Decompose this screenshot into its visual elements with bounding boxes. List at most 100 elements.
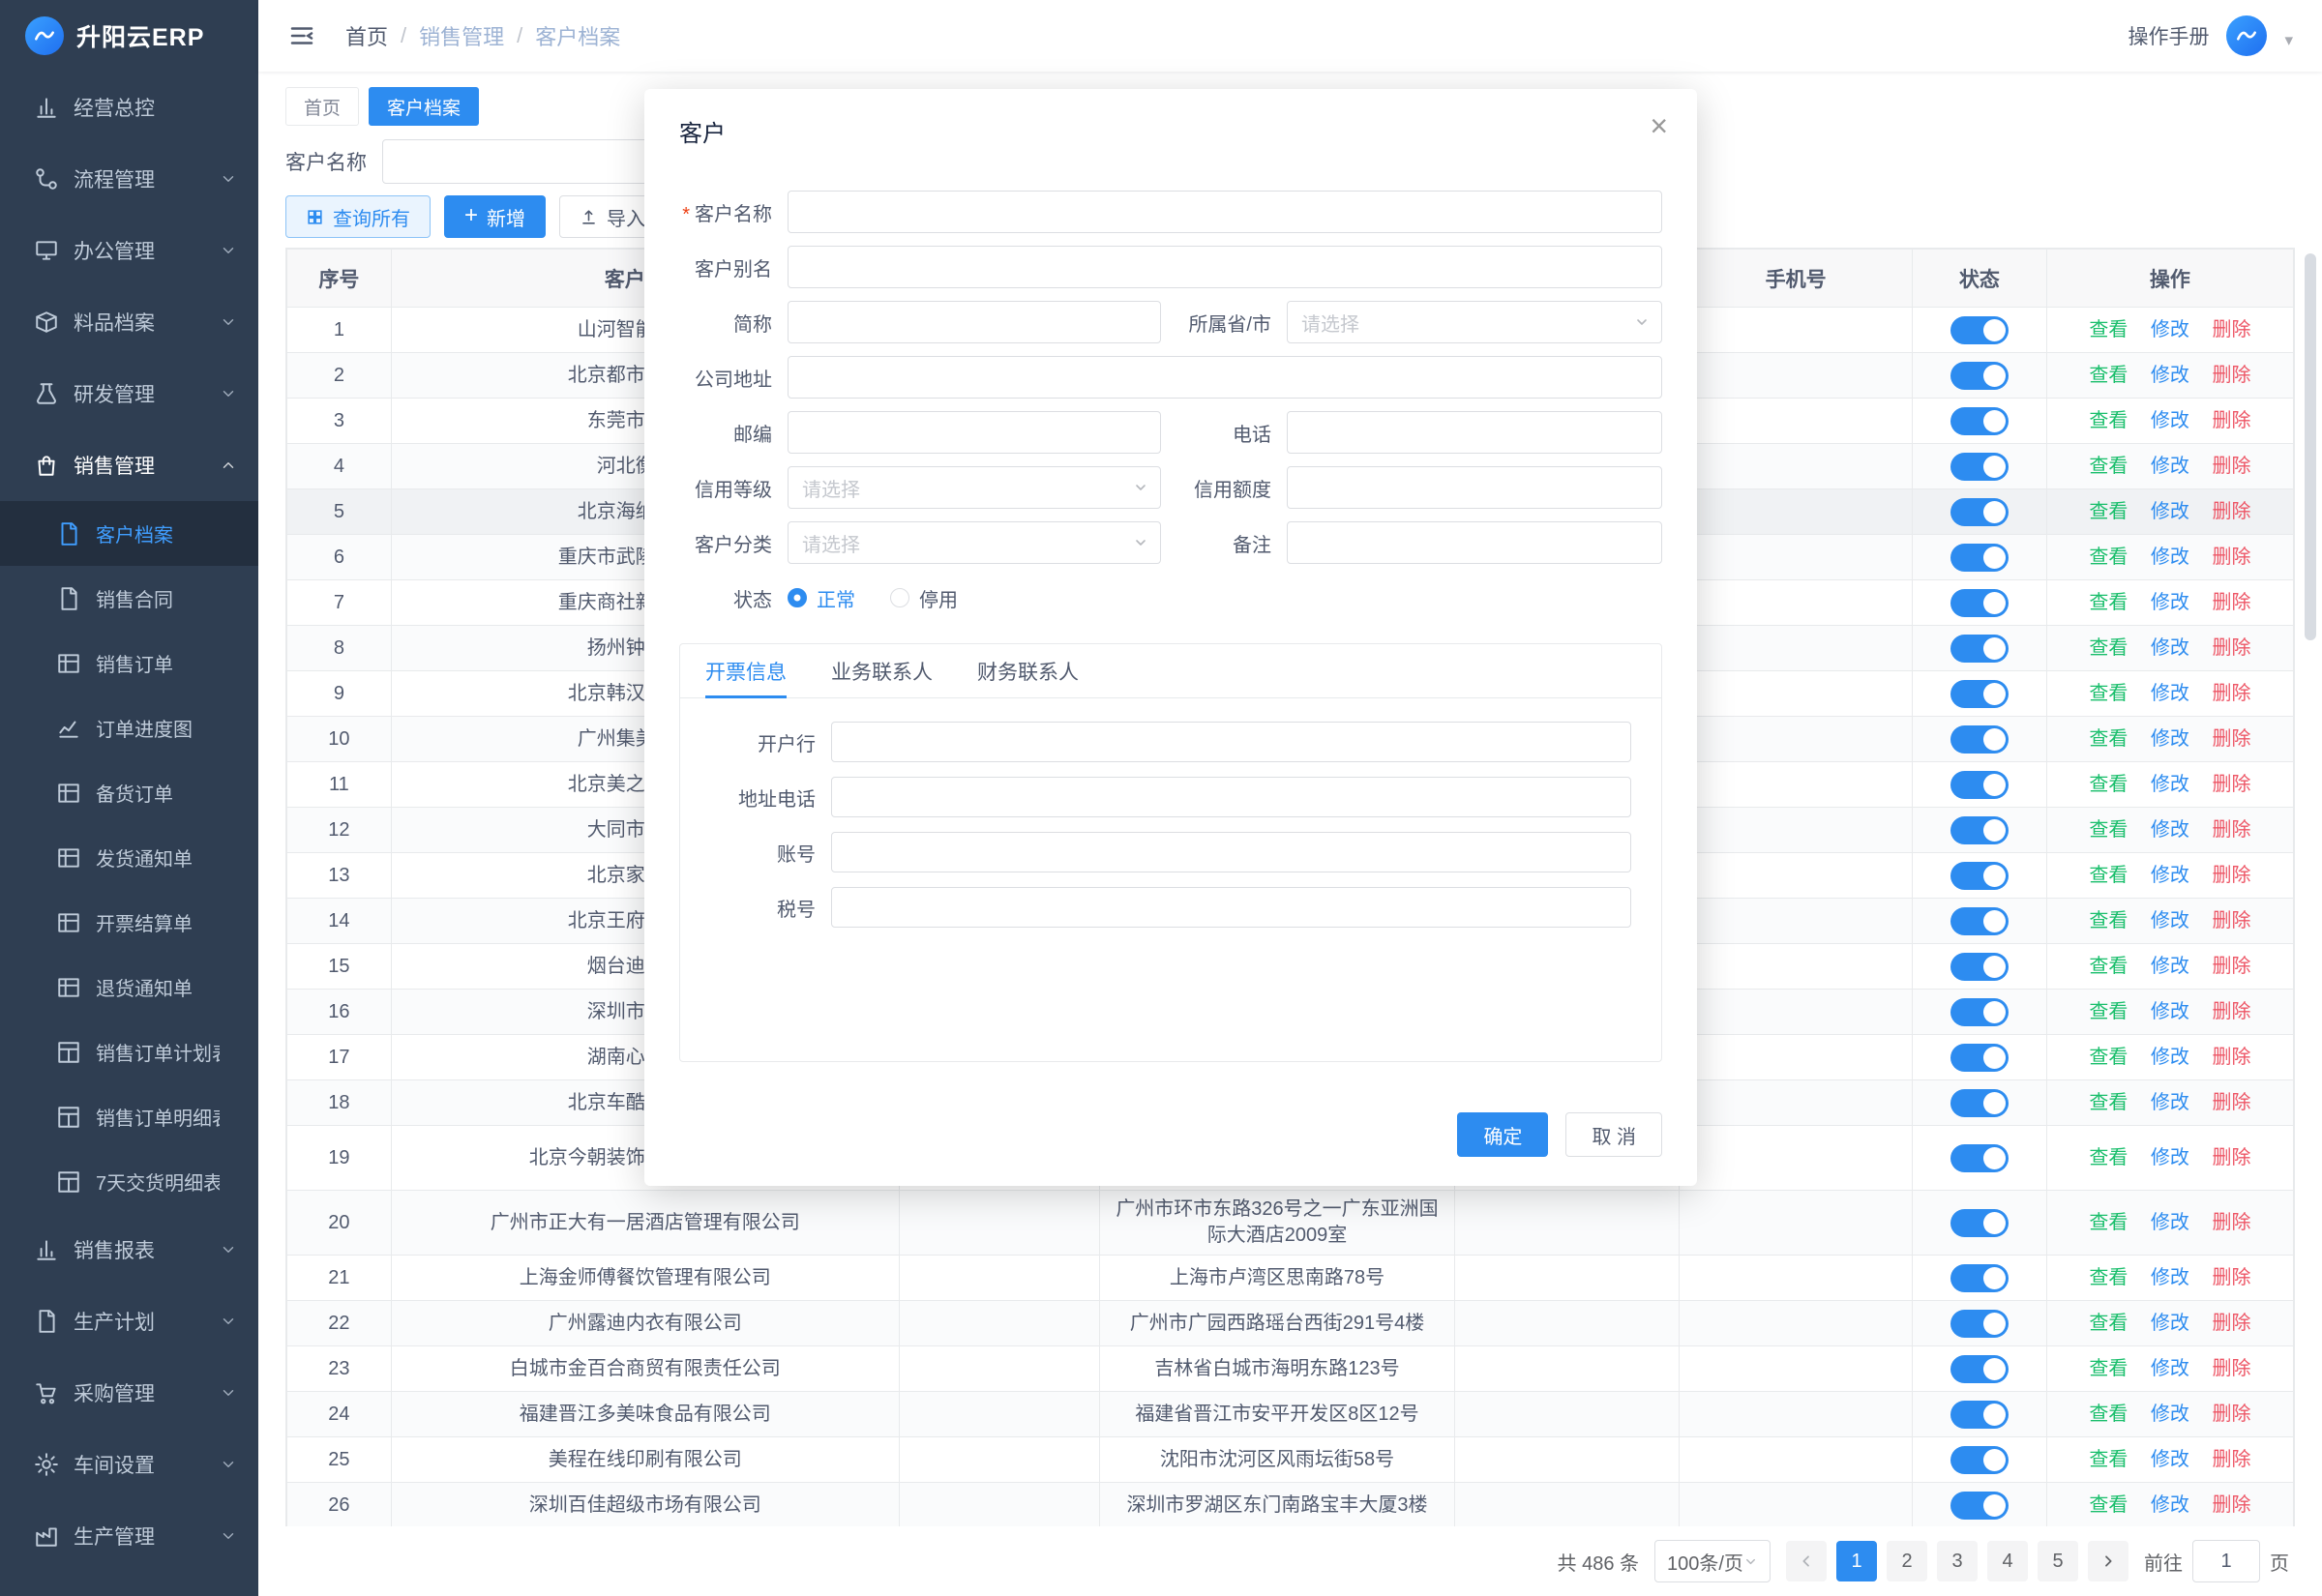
sidebar-item-研发管理[interactable]: 研发管理: [0, 358, 258, 429]
view-link[interactable]: 查看: [2089, 1147, 2128, 1168]
page-button-5[interactable]: 5: [2038, 1541, 2078, 1581]
edit-link[interactable]: 修改: [2151, 1092, 2189, 1113]
delete-link[interactable]: 删除: [2212, 1404, 2250, 1425]
status-toggle[interactable]: [1950, 680, 2009, 708]
tab-customer-archive[interactable]: 客户档案: [369, 87, 479, 126]
bank-address-input[interactable]: [831, 777, 1631, 817]
status-radio-disabled[interactable]: 停用: [890, 584, 958, 612]
edit-link[interactable]: 修改: [2151, 1147, 2189, 1168]
status-toggle[interactable]: [1950, 316, 2009, 344]
tab-finance-contact[interactable]: 财务联系人: [977, 644, 1079, 697]
edit-link[interactable]: 修改: [2151, 1494, 2189, 1516]
edit-link[interactable]: 修改: [2151, 1358, 2189, 1379]
next-page-button[interactable]: [2088, 1541, 2128, 1581]
edit-link[interactable]: 修改: [2151, 910, 2189, 931]
delete-link[interactable]: 删除: [2212, 637, 2250, 659]
view-link[interactable]: 查看: [2089, 956, 2128, 977]
province-select[interactable]: 请选择: [1287, 301, 1662, 343]
status-toggle[interactable]: [1950, 1089, 2009, 1117]
delete-link[interactable]: 删除: [2212, 1358, 2250, 1379]
account-input[interactable]: [831, 832, 1631, 872]
delete-link[interactable]: 删除: [2212, 319, 2250, 340]
sidebar-item-经营总控[interactable]: 经营总控: [0, 72, 258, 143]
view-link[interactable]: 查看: [2089, 728, 2128, 750]
view-link[interactable]: 查看: [2089, 365, 2128, 386]
status-toggle[interactable]: [1950, 1144, 2009, 1172]
edit-link[interactable]: 修改: [2151, 592, 2189, 613]
prev-page-button[interactable]: [1786, 1541, 1827, 1581]
sidebar-item-流程管理[interactable]: 流程管理: [0, 143, 258, 215]
sidebar-item-7天交货明细表[interactable]: 7天交货明细表: [0, 1149, 258, 1214]
delete-link[interactable]: 删除: [2212, 501, 2250, 522]
status-toggle[interactable]: [1950, 1044, 2009, 1072]
edit-link[interactable]: 修改: [2151, 819, 2189, 841]
category-select[interactable]: 请选择: [788, 521, 1161, 564]
company-address-input[interactable]: [788, 356, 1662, 399]
delete-link[interactable]: 删除: [2212, 1047, 2250, 1068]
manual-link[interactable]: 操作手册: [2128, 21, 2209, 50]
delete-link[interactable]: 删除: [2212, 1313, 2250, 1334]
phone-input[interactable]: [1287, 411, 1662, 454]
view-link[interactable]: 查看: [2089, 1404, 2128, 1425]
status-toggle[interactable]: [1950, 544, 2009, 572]
sidebar-item-销售订单[interactable]: 销售订单: [0, 631, 258, 695]
user-avatar[interactable]: [2226, 15, 2267, 56]
status-toggle[interactable]: [1950, 453, 2009, 481]
view-link[interactable]: 查看: [2089, 819, 2128, 841]
sidebar-item-料品档案[interactable]: 料品档案: [0, 286, 258, 358]
delete-link[interactable]: 删除: [2212, 1449, 2250, 1470]
edit-link[interactable]: 修改: [2151, 547, 2189, 568]
tax-no-input[interactable]: [831, 887, 1631, 928]
view-link[interactable]: 查看: [2089, 592, 2128, 613]
delete-link[interactable]: 删除: [2212, 1494, 2250, 1516]
status-toggle[interactable]: [1950, 816, 2009, 844]
sidebar-item-退货通知单[interactable]: 退货通知单: [0, 955, 258, 1020]
delete-link[interactable]: 删除: [2212, 1212, 2250, 1233]
credit-amount-input[interactable]: [1287, 466, 1662, 509]
status-toggle[interactable]: [1950, 771, 2009, 799]
sidebar-item-开票结算单[interactable]: 开票结算单: [0, 890, 258, 955]
page-button-4[interactable]: 4: [1987, 1541, 2028, 1581]
edit-link[interactable]: 修改: [2151, 728, 2189, 750]
delete-link[interactable]: 删除: [2212, 592, 2250, 613]
edit-link[interactable]: 修改: [2151, 1267, 2189, 1288]
view-link[interactable]: 查看: [2089, 1494, 2128, 1516]
credit-level-select[interactable]: 请选择: [788, 466, 1161, 509]
page-button-3[interactable]: 3: [1937, 1541, 1978, 1581]
sidebar-item-备货订单[interactable]: 备货订单: [0, 760, 258, 825]
close-icon[interactable]: ×: [1650, 110, 1668, 141]
delete-link[interactable]: 删除: [2212, 819, 2250, 841]
status-toggle[interactable]: [1950, 953, 2009, 981]
status-toggle[interactable]: [1950, 907, 2009, 935]
view-link[interactable]: 查看: [2089, 1001, 2128, 1022]
vertical-scrollbar[interactable]: [2305, 253, 2316, 640]
edit-link[interactable]: 修改: [2151, 410, 2189, 431]
view-link[interactable]: 查看: [2089, 547, 2128, 568]
sidebar-item-销售合同[interactable]: 销售合同: [0, 566, 258, 631]
view-link[interactable]: 查看: [2089, 910, 2128, 931]
sidebar-item-车间设置[interactable]: 车间设置: [0, 1429, 258, 1500]
breadcrumb-home[interactable]: 首页: [345, 20, 388, 51]
sidebar-item-销售订单明细表[interactable]: 销售订单明细表: [0, 1084, 258, 1149]
menu-collapse-icon[interactable]: [287, 21, 316, 50]
edit-link[interactable]: 修改: [2151, 683, 2189, 704]
page-button-2[interactable]: 2: [1887, 1541, 1927, 1581]
delete-link[interactable]: 删除: [2212, 456, 2250, 477]
delete-link[interactable]: 删除: [2212, 1092, 2250, 1113]
view-link[interactable]: 查看: [2089, 1092, 2128, 1113]
status-toggle[interactable]: [1950, 862, 2009, 890]
edit-link[interactable]: 修改: [2151, 456, 2189, 477]
sidebar-item-销售管理[interactable]: 销售管理: [0, 429, 258, 501]
sidebar-item-采购管理[interactable]: 采购管理: [0, 1357, 258, 1429]
cancel-button[interactable]: 取 消: [1565, 1112, 1662, 1157]
confirm-button[interactable]: 确定: [1457, 1112, 1548, 1157]
edit-link[interactable]: 修改: [2151, 865, 2189, 886]
chevron-down-icon[interactable]: ▾: [2284, 31, 2293, 56]
view-link[interactable]: 查看: [2089, 456, 2128, 477]
delete-link[interactable]: 删除: [2212, 683, 2250, 704]
delete-link[interactable]: 删除: [2212, 956, 2250, 977]
breadcrumb-sales[interactable]: 销售管理: [419, 20, 504, 51]
sidebar-item-客户档案[interactable]: 客户档案: [0, 501, 258, 566]
status-toggle[interactable]: [1950, 635, 2009, 663]
edit-link[interactable]: 修改: [2151, 501, 2189, 522]
